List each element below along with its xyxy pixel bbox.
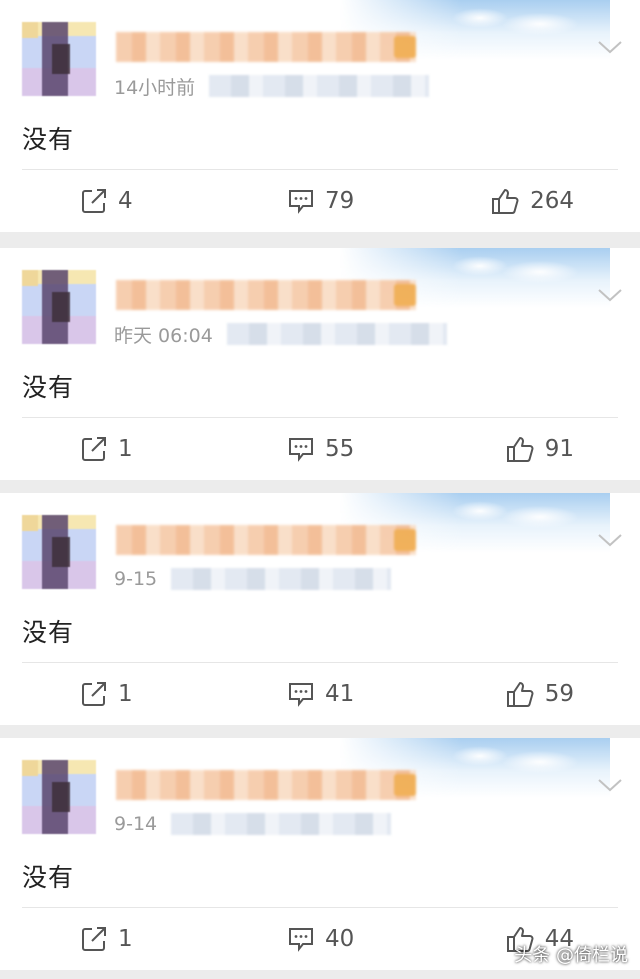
repost-icon <box>80 680 108 708</box>
comment-count: 41 <box>325 681 355 707</box>
comment-count: 79 <box>325 188 355 214</box>
action-bar: 4 79 264 <box>0 170 640 232</box>
action-bar: 1 41 59 <box>0 663 640 725</box>
post-card[interactable]: 14小时前 没有 4 79 264 <box>0 0 640 232</box>
repost-count: 1 <box>118 926 133 952</box>
post-source-blurred <box>209 75 430 97</box>
repost-icon <box>80 925 108 953</box>
like-button[interactable]: 264 <box>490 170 574 232</box>
comment-icon <box>287 681 315 707</box>
post-content: 没有 <box>22 125 75 154</box>
avatar[interactable] <box>22 270 96 344</box>
repost-count: 1 <box>118 436 133 462</box>
post-content: 没有 <box>22 373 75 402</box>
comment-button[interactable]: 41 <box>287 663 354 725</box>
post-card[interactable]: 9-14 没有 1 40 44 <box>0 738 640 970</box>
like-button[interactable]: 91 <box>505 418 574 480</box>
post-content: 没有 <box>22 863 75 892</box>
comment-button[interactable]: 79 <box>287 170 354 232</box>
post-time: 昨天 06:04 <box>114 324 213 347</box>
repost-button[interactable]: 1 <box>80 908 133 970</box>
thumbs-up-icon <box>505 435 535 463</box>
post-meta: 9-14 <box>114 812 392 836</box>
post-source-blurred <box>226 323 447 345</box>
like-count: 59 <box>544 681 574 707</box>
post-meta: 昨天 06:04 <box>114 322 447 347</box>
post-source-blurred <box>171 813 392 835</box>
post-time: 14小时前 <box>114 76 196 99</box>
comment-count: 40 <box>325 926 355 952</box>
avatar[interactable] <box>22 22 96 96</box>
like-button[interactable]: 59 <box>505 663 574 725</box>
repost-icon <box>80 435 108 463</box>
like-count: 91 <box>544 436 574 462</box>
repost-button[interactable]: 1 <box>80 663 133 725</box>
post-meta: 9-15 <box>114 567 392 591</box>
post-card[interactable]: 昨天 06:04 没有 1 55 91 <box>0 248 640 480</box>
username-blurred[interactable] <box>116 770 416 800</box>
repost-count: 1 <box>118 681 133 707</box>
chevron-down-icon[interactable] <box>596 286 624 306</box>
comment-button[interactable]: 40 <box>287 908 354 970</box>
avatar[interactable] <box>22 515 96 589</box>
post-content: 没有 <box>22 618 75 647</box>
post-source-blurred <box>171 568 392 590</box>
comment-icon <box>287 436 315 462</box>
action-bar: 1 55 91 <box>0 418 640 480</box>
comment-icon <box>287 188 315 214</box>
repost-count: 4 <box>118 188 133 214</box>
comment-count: 55 <box>325 436 355 462</box>
post-card[interactable]: 9-15 没有 1 41 59 <box>0 493 640 725</box>
repost-button[interactable]: 1 <box>80 418 133 480</box>
post-time: 9-14 <box>114 813 158 835</box>
post-time: 9-15 <box>114 568 158 590</box>
watermark: 头条 @倚栏说 <box>514 945 628 966</box>
like-count: 264 <box>530 188 574 214</box>
chevron-down-icon[interactable] <box>596 531 624 551</box>
chevron-down-icon[interactable] <box>596 776 624 796</box>
post-meta: 14小时前 <box>114 74 430 99</box>
username-blurred[interactable] <box>116 280 416 310</box>
thumbs-up-icon <box>490 187 520 215</box>
thumbs-up-icon <box>505 680 535 708</box>
repost-icon <box>80 187 108 215</box>
comment-button[interactable]: 55 <box>287 418 354 480</box>
username-blurred[interactable] <box>116 32 416 62</box>
comment-icon <box>287 926 315 952</box>
username-blurred[interactable] <box>116 525 416 555</box>
repost-button[interactable]: 4 <box>80 170 133 232</box>
avatar[interactable] <box>22 760 96 834</box>
chevron-down-icon[interactable] <box>596 38 624 58</box>
